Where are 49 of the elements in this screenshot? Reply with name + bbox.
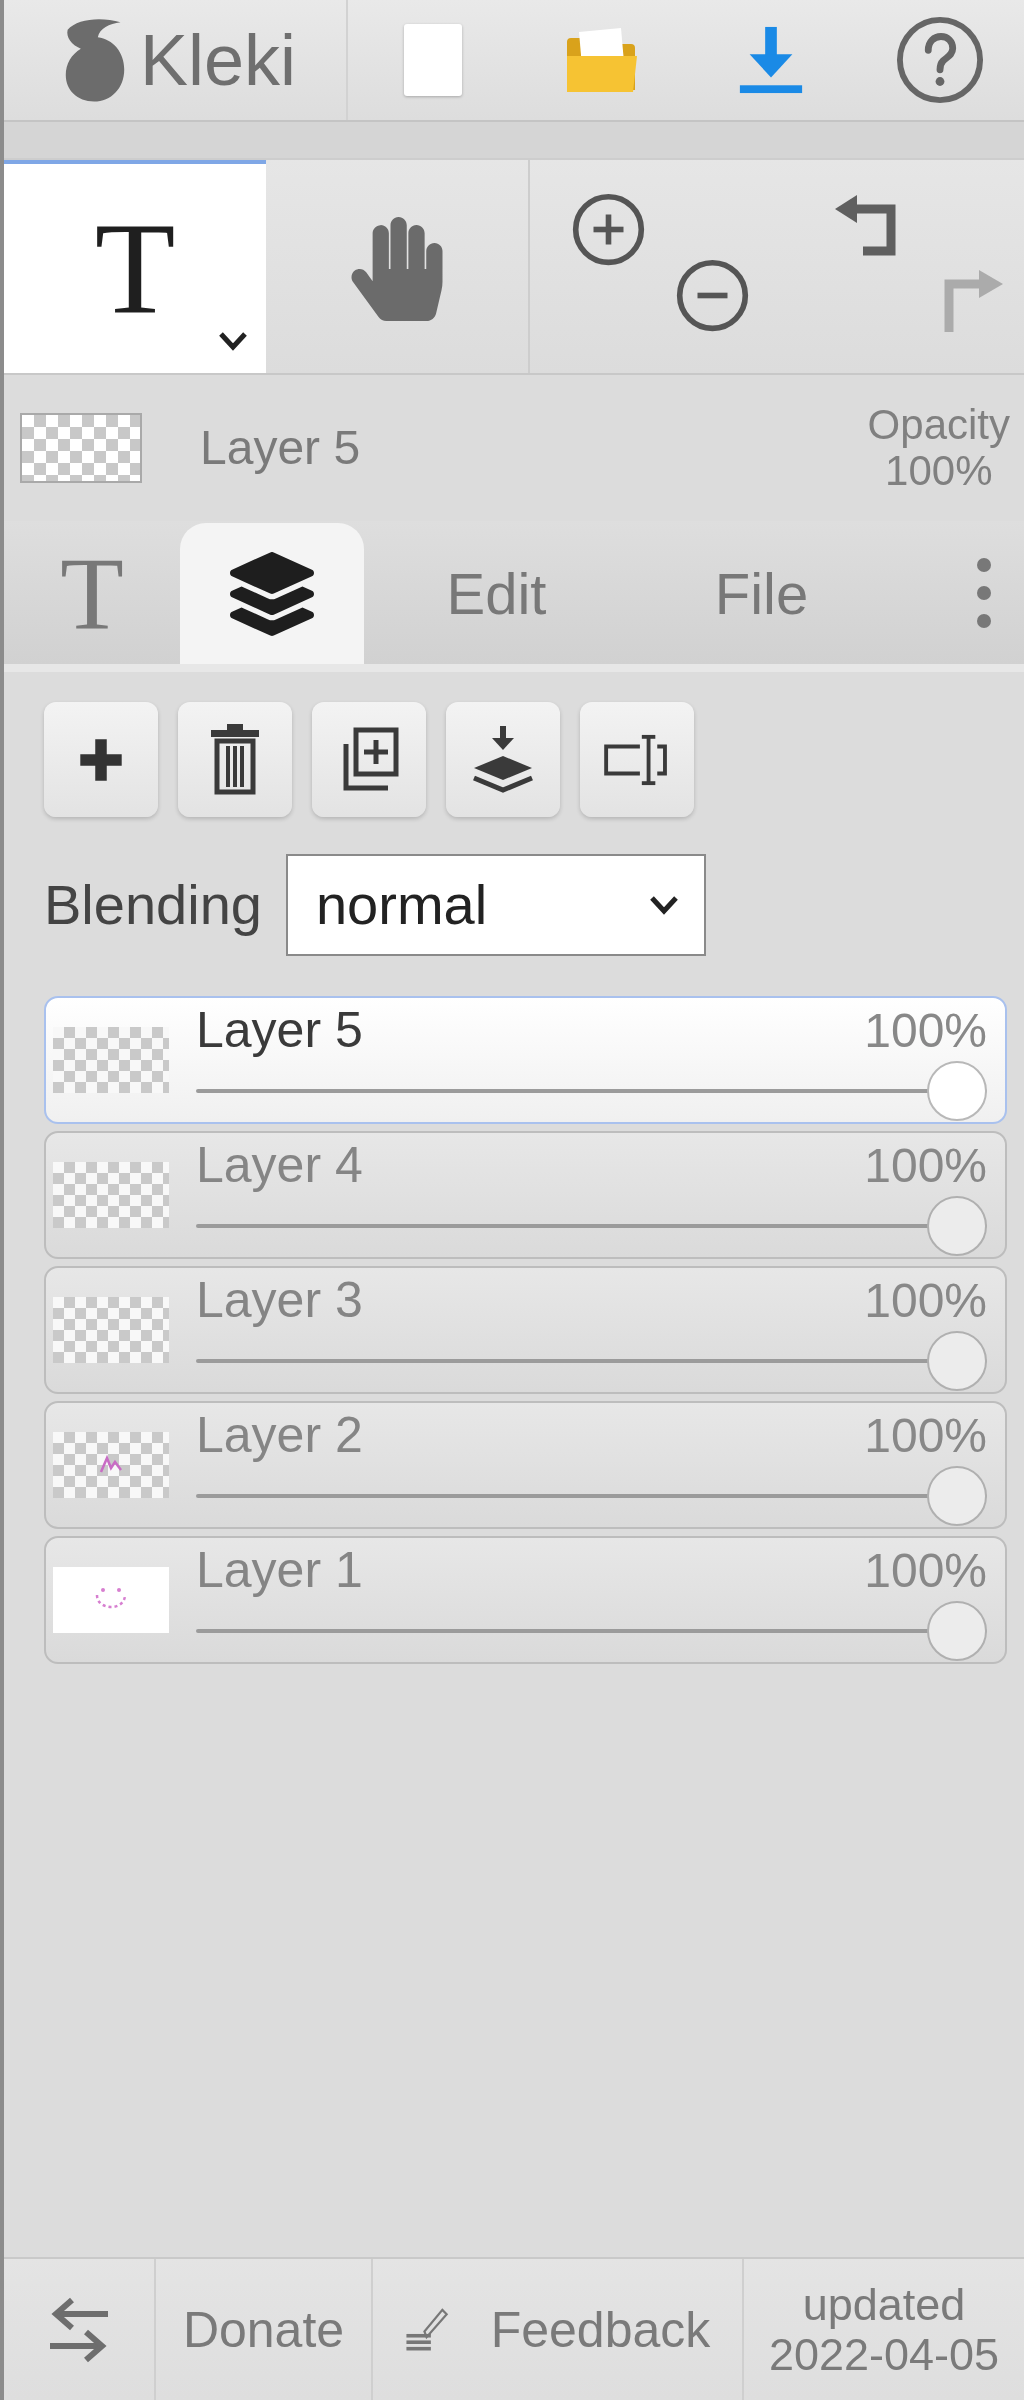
opacity-slider[interactable] (196, 1600, 987, 1661)
opacity-label: Opacity (867, 402, 1010, 448)
text-tab[interactable]: T (4, 523, 180, 664)
arrow-down-layers-icon (472, 725, 534, 794)
layer-row[interactable]: Layer 5 100% (44, 996, 1007, 1124)
layers-icon (230, 551, 314, 636)
layer-opacity: 100% (864, 1407, 987, 1464)
blend-mode-select[interactable]: normal (285, 854, 706, 956)
document-icon (403, 24, 462, 96)
chevron-down-icon (647, 895, 680, 915)
update-date-text: updated 2022-04-05 (767, 2277, 1001, 2382)
layer-opacity: 100% (864, 1137, 987, 1194)
layers-tab[interactable] (180, 523, 364, 664)
add-layer-button[interactable] (44, 702, 158, 817)
help-icon (895, 16, 984, 104)
delete-layer-button[interactable] (178, 702, 292, 817)
layer-name: Layer 2 (196, 1406, 363, 1464)
layer-name: Layer 4 (196, 1136, 363, 1194)
zoom-in-icon (570, 191, 646, 267)
trash-icon (209, 723, 261, 796)
layer-name: Layer 1 (196, 1541, 363, 1599)
feedback-button[interactable]: Feedback (373, 2259, 744, 2400)
app-logo-text: Kleki (140, 24, 297, 96)
rename-layer-button[interactable] (580, 702, 694, 817)
duplicate-layer-button[interactable] (312, 702, 426, 817)
layer-opacity: 100% (864, 1272, 987, 1329)
zoom-out-icon (674, 257, 750, 333)
layer-name: Layer 5 (196, 1001, 363, 1059)
opacity-slider[interactable] (196, 1195, 987, 1256)
layer-name: Layer 3 (196, 1271, 363, 1329)
more-vertical-icon (976, 556, 992, 629)
layer-row[interactable]: Layer 1 100% (44, 1536, 1007, 1664)
text-tool-button[interactable]: T (4, 160, 266, 373)
opacity-slider[interactable] (196, 1330, 987, 1391)
menu-tab[interactable]: Edit (364, 523, 629, 664)
caret-down-icon (218, 331, 248, 351)
menu-tab[interactable]: File (629, 523, 894, 664)
layer-opacity: 100% (864, 1542, 987, 1599)
donate-button[interactable]: Donate (156, 2259, 373, 2400)
layer-row[interactable]: Layer 4 100% (44, 1131, 1007, 1259)
layer-row[interactable]: Layer 3 100% (44, 1266, 1007, 1394)
layer-row[interactable]: Layer 2 100% (44, 1401, 1007, 1529)
current-layer-name: Layer 5 (200, 424, 361, 472)
merge-down-button[interactable] (446, 702, 560, 817)
opacity-slider[interactable] (196, 1465, 987, 1526)
plus-icon (78, 736, 124, 783)
opacity-slider[interactable] (196, 1060, 987, 1121)
layer-opacity: 100% (864, 1002, 987, 1059)
opacity-value: 100% (885, 448, 993, 494)
